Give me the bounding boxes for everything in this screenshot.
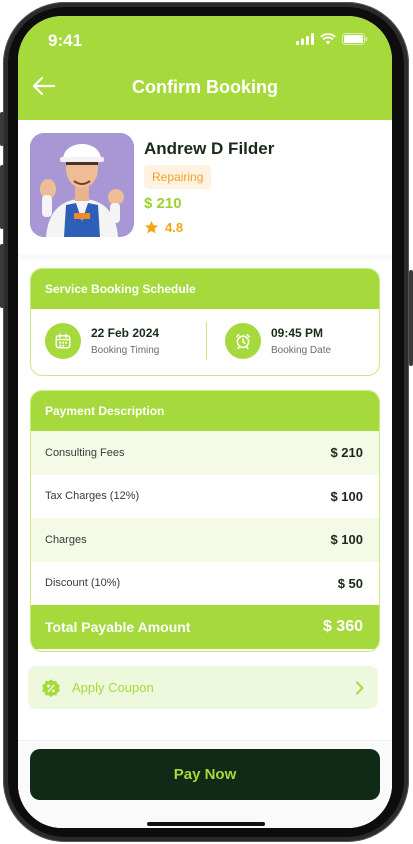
power-button [409,270,413,366]
rating-value: 4.8 [165,220,184,235]
battery-icon [342,33,368,45]
chevron-right-icon [356,681,364,694]
page-title: Confirm Booking [132,77,278,97]
payment-row: Tax Charges (12%) $ 100 [31,475,379,519]
total-row: Total Payable Amount $ 360 [31,605,379,649]
schedule-body: 22 Feb 2024 Booking Timing 09:45 PM Book… [31,309,379,375]
service-tag: Repairing [144,165,212,189]
payment-row: Consulting Fees $ 210 [31,431,379,475]
apply-coupon-button[interactable]: Apply Coupon [28,666,378,709]
payment-row-amount: $ 50 [337,575,363,591]
discount-badge-icon [42,678,60,697]
alarm-clock-icon [225,323,261,359]
pay-now-button[interactable]: Pay Now [30,749,380,800]
main-content: Andrew D Filder Repairing $ 210 4.8 Serv… [18,120,392,828]
volume-up-button [0,165,4,229]
payment-row-label: Charges [45,533,87,546]
status-icons [296,33,368,45]
signal-icon [296,33,314,45]
provider-rating: 4.8 [144,220,183,235]
app-screen: 9:41 Confirm Booking Andrew D Filder Rep… [18,16,392,828]
calendar-icon [45,323,81,359]
booking-time-value: 09:45 PM [271,326,324,340]
payment-row-amount: $ 210 [330,445,363,461]
provider-name: Andrew D Filder [144,139,275,158]
schedule-card: Service Booking Schedule 22 Feb 2024 Boo… [30,268,380,376]
status-time: 9:41 [48,31,83,50]
schedule-time: 09:45 PM Booking Date [225,323,331,359]
payment-row-label: Discount (10%) [45,577,121,590]
schedule-date: 22 Feb 2024 Booking Timing [45,323,159,359]
total-label: Total Payable Amount [45,619,191,635]
provider-price: $ 210 [144,195,182,212]
home-indicator [147,822,265,826]
payment-row: Charges $ 100 [31,518,379,562]
star-icon [145,220,158,234]
payment-row: Discount (10%) $ 50 [31,562,379,606]
wifi-icon [320,33,336,45]
apply-coupon-label: Apply Coupon [72,680,154,695]
payment-row-label: Tax Charges (12%) [45,490,140,503]
provider-profile: Andrew D Filder Repairing $ 210 4.8 [30,133,380,243]
volume-down-button [0,244,4,308]
schedule-title: Service Booking Schedule [31,269,379,309]
section-divider [18,254,392,260]
payment-row-amount: $ 100 [330,532,363,548]
payment-title: Payment Description [31,391,379,431]
booking-time-label: Booking Date [271,345,332,356]
payment-row-amount: $ 100 [330,488,363,504]
mute-switch [0,112,4,146]
avatar [30,133,134,237]
booking-date-label: Booking Timing [91,345,160,356]
payment-row-label: Consulting Fees [45,446,125,459]
payment-card: Payment Description Consulting Fees $ 21… [30,390,380,652]
total-amount: $ 360 [322,618,363,635]
worker-photo [30,133,134,237]
app-header: 9:41 Confirm Booking [18,16,392,120]
bottom-action-bar: Pay Now [18,740,392,828]
booking-date-value: 22 Feb 2024 [91,326,160,340]
schedule-separator [206,322,207,360]
